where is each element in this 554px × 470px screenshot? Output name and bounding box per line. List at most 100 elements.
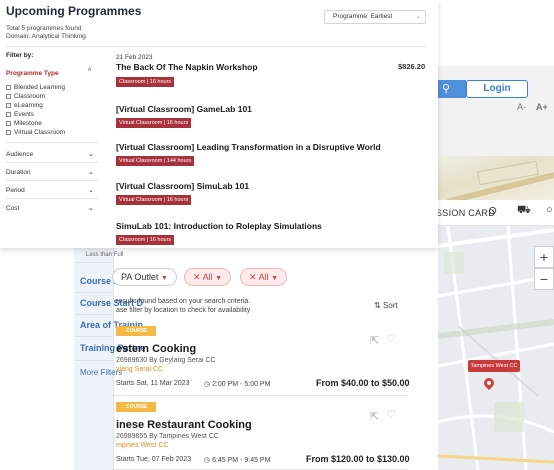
search-icon: ⚲	[442, 83, 451, 95]
hero-banner-image	[438, 156, 554, 204]
option-label: Classroom	[14, 93, 46, 100]
programme-title[interactable]: [Virtual Classroom] SimuLab 101	[116, 181, 249, 191]
checkbox-box[interactable]	[6, 120, 11, 126]
checkbox-box[interactable]	[6, 84, 11, 90]
option-label: Virtual Classroom	[14, 129, 66, 136]
divider	[6, 180, 98, 181]
course-time-text: 2:00 PM - 5:00 PM	[212, 381, 271, 388]
filter-chip-label: All	[258, 272, 269, 282]
chevron-down-icon[interactable]: ⌄	[88, 186, 94, 194]
course-location: mpines West CC	[116, 442, 169, 449]
filter-chip-all[interactable]: ✕ All ▼	[184, 268, 232, 286]
divider	[6, 46, 426, 47]
nav-passion-card[interactable]: SSION CARD	[436, 208, 495, 218]
chevron-down-icon: ▼	[160, 275, 168, 282]
course-price: From $40.00 to $50.00	[316, 378, 410, 388]
checkbox-box[interactable]	[6, 111, 11, 117]
divider	[74, 360, 114, 361]
checkbox-elearning[interactable]: eLearning	[6, 102, 43, 109]
option-label: Blended Learning	[14, 84, 65, 91]
filter-cost[interactable]: Cost	[6, 205, 19, 212]
course-time: ◷ 2:00 PM - 5:00 PM	[204, 380, 270, 388]
programme-count: Total 5 programmes found	[6, 25, 82, 32]
outlet-chip[interactable]: PA Outlet ▼	[112, 268, 177, 286]
checkbox-box[interactable]	[6, 93, 11, 99]
font-increase-button[interactable]: A+	[536, 102, 548, 112]
filter-audience[interactable]: Audience	[6, 151, 33, 158]
programme-date: 21 Feb 2023	[116, 54, 153, 61]
course-time: ◷ 6:45 PM - 9:45 PM	[204, 456, 270, 464]
programme-title[interactable]: [Virtual Classroom] GameLab 101	[116, 104, 252, 114]
course-start-date: Starts Tue, 07 Feb 2023	[116, 456, 192, 463]
heart-icon[interactable]: ♡	[386, 332, 396, 345]
programme-tag: Virtual Classroom | 16 hours	[116, 195, 192, 205]
programme-type-toggle[interactable]: Programme Type	[6, 70, 59, 77]
checkbox-events[interactable]: Events	[6, 111, 34, 118]
divider	[74, 336, 114, 337]
checkbox-milestone[interactable]: Milestone	[6, 120, 42, 127]
map-zoom-in-button[interactable]: +	[534, 246, 554, 268]
sort-select[interactable]: Programme: Earliest ⌄	[324, 10, 426, 24]
programme-price: $826.20	[398, 62, 426, 71]
checkbox-box[interactable]	[6, 129, 11, 135]
programme-title[interactable]: The Back Of The Napkin Workshop	[116, 62, 258, 72]
option-label: Milestone	[14, 120, 42, 127]
domain-label: Domain: Analytical Thinking	[6, 33, 86, 40]
cart-icon[interactable]: ⛟	[517, 204, 531, 218]
divider	[74, 292, 114, 293]
course-title[interactable]: estern Cooking	[116, 343, 196, 355]
course-badge: COURSE	[116, 402, 156, 412]
close-icon[interactable]: ✕	[193, 272, 201, 282]
outlet-chip-label: PA Outlet	[121, 272, 159, 282]
divider	[6, 162, 98, 163]
chevron-down-icon[interactable]: ⌄	[88, 150, 94, 158]
course-time-text: 6:45 PM - 9:45 PM	[212, 457, 271, 464]
heart-icon[interactable]: ♡	[386, 408, 396, 421]
share-icon[interactable]: ⇱	[370, 334, 379, 347]
login-button[interactable]: Login	[466, 80, 528, 98]
chevron-up-icon[interactable]: ^	[88, 68, 91, 75]
checkbox-box[interactable]	[6, 102, 11, 108]
course-price: From $120.00 to $130.00	[306, 454, 410, 464]
checkbox-virtual-classroom[interactable]: Virtual Classroom	[6, 129, 65, 136]
programme-tag: Virtual Classroom | 144 hours	[116, 156, 195, 166]
results-count-text: results found based on your search crite…	[116, 298, 251, 305]
sort-label: Sort	[382, 301, 398, 310]
course-location: ylang Serai CC	[116, 366, 164, 373]
programme-title[interactable]: SimuLab 101: Introduction to Roleplay Si…	[116, 221, 322, 231]
option-label: Events	[14, 111, 34, 118]
divider	[6, 142, 98, 143]
sort-select-value: Programme: Earliest	[333, 13, 393, 20]
filter-by-label: Filter by:	[6, 52, 34, 59]
divider	[74, 262, 114, 263]
panel-title: Upcoming Programmes	[6, 4, 142, 18]
filter-duration[interactable]: Duration	[6, 169, 31, 176]
programme-tag: Virtual Classroom | 16 hours	[116, 118, 192, 128]
chevron-down-icon: ⌄	[415, 14, 421, 20]
checkbox-classroom[interactable]: Classroom	[6, 93, 45, 100]
programme-tag: Classroom | 16 hours	[116, 77, 175, 87]
course-title[interactable]: inese Restaurant Cooking	[116, 419, 252, 431]
chevron-down-icon[interactable]: ⌄	[88, 168, 94, 176]
filter-chip-all[interactable]: ✕ All ▼	[240, 268, 288, 286]
divider	[6, 198, 98, 199]
user-icon[interactable]: ⊙	[488, 204, 497, 217]
clock-icon: ◷	[204, 457, 213, 464]
programme-title[interactable]: [Virtual Classroom] Leading Transformati…	[116, 142, 381, 152]
close-icon[interactable]: ✕	[249, 272, 257, 282]
font-decrease-button[interactable]: A-	[517, 102, 526, 112]
filter-chip-label: All	[202, 272, 213, 282]
search-icon[interactable]: ○	[546, 204, 553, 216]
course-badge: COURSE	[116, 326, 156, 336]
chevron-down-icon[interactable]: ⌄	[88, 204, 94, 212]
upcoming-programmes-panel: Upcoming Programmes Total 5 programmes f…	[0, 0, 438, 248]
checkbox-blended-learning[interactable]: Blended Learning	[6, 84, 65, 91]
share-icon[interactable]: ⇱	[370, 410, 379, 423]
chevron-down-icon: ▼	[271, 275, 279, 282]
divider	[74, 314, 114, 315]
filter-period[interactable]: Period	[6, 187, 25, 194]
map-marker-label: Tampines West CC	[468, 360, 520, 372]
map-zoom-out-button[interactable]: −	[534, 268, 554, 290]
sort-button[interactable]: ⇅ Sort	[374, 301, 398, 310]
course-code: 26989855 By Tampines West CC	[116, 433, 219, 440]
